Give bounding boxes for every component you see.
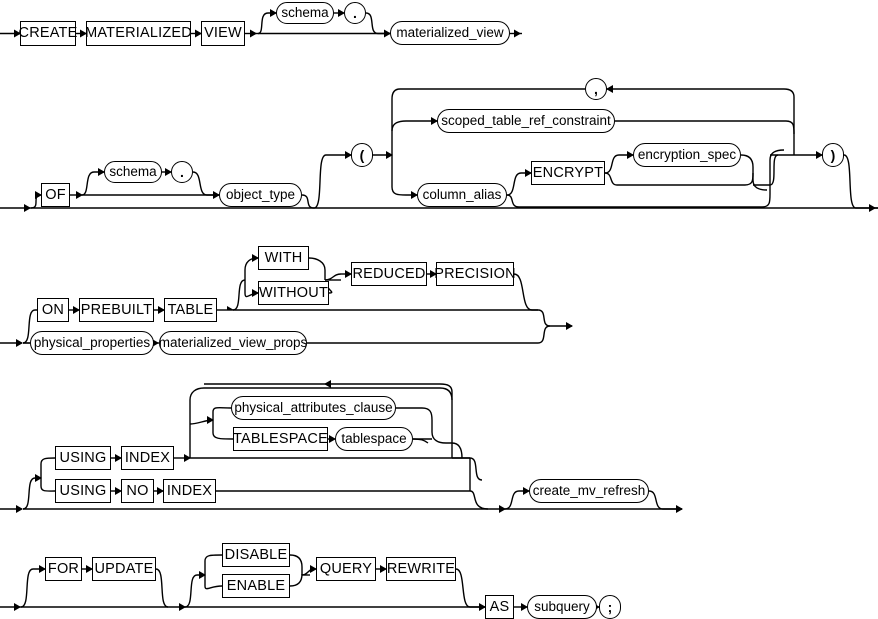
nonterminal-tablespace[interactable]: tablespace <box>335 427 413 451</box>
keyword-as[interactable]: AS <box>485 595 514 619</box>
keyword-rewrite[interactable]: REWRITE <box>386 557 456 581</box>
nonterminal-encryption-spec[interactable]: encryption_spec <box>633 143 741 167</box>
keyword-for[interactable]: FOR <box>45 557 82 581</box>
nonterminal-schema-1[interactable]: schema <box>276 2 334 24</box>
nonterminal-physical-properties[interactable]: physical_properties <box>30 331 154 355</box>
nonterminal-column-alias[interactable]: column_alias <box>417 183 507 207</box>
keyword-disable[interactable]: DISABLE <box>222 543 290 567</box>
keyword-index-1[interactable]: INDEX <box>121 446 174 470</box>
keyword-enable[interactable]: ENABLE <box>222 574 290 598</box>
punct-dot-1[interactable]: . <box>344 2 366 24</box>
keyword-materialized[interactable]: MATERIALIZED <box>85 21 192 46</box>
punct-semicolon[interactable]: ; <box>599 595 621 619</box>
nonterminal-scoped-table-ref-constraint[interactable]: scoped_table_ref_constraint <box>437 109 615 133</box>
keyword-table[interactable]: TABLE <box>164 298 217 322</box>
nonterminal-create-mv-refresh[interactable]: create_mv_refresh <box>529 479 649 503</box>
railroad-diagram: CREATE MATERIALIZED VIEW schema . materi… <box>0 0 878 619</box>
nonterminal-object-type[interactable]: object_type <box>219 183 302 207</box>
keyword-reduced[interactable]: REDUCED <box>351 262 427 286</box>
keyword-no[interactable]: NO <box>121 479 154 503</box>
punct-right-paren[interactable]: ) <box>822 143 844 167</box>
keyword-on[interactable]: ON <box>37 298 69 322</box>
keyword-prebuilt[interactable]: PREBUILT <box>79 298 154 322</box>
nonterminal-subquery[interactable]: subquery <box>527 595 597 619</box>
keyword-precision[interactable]: PRECISION <box>434 262 516 286</box>
keyword-using-1[interactable]: USING <box>55 446 111 470</box>
keyword-using-2[interactable]: USING <box>55 479 111 503</box>
keyword-with[interactable]: WITH <box>258 246 309 270</box>
keyword-encrypt[interactable]: ENCRYPT <box>531 161 605 185</box>
nonterminal-materialized-view-props[interactable]: materialized_view_props <box>159 331 307 355</box>
keyword-query[interactable]: QUERY <box>316 557 376 581</box>
punct-comma[interactable]: , <box>585 78 607 100</box>
punct-dot-2[interactable]: . <box>171 161 193 183</box>
punct-left-paren[interactable]: ( <box>351 143 373 167</box>
keyword-view[interactable]: VIEW <box>201 21 245 46</box>
keyword-without[interactable]: WITHOUT <box>258 281 329 305</box>
keyword-of[interactable]: OF <box>41 183 70 207</box>
keyword-create[interactable]: CREATE <box>19 21 77 46</box>
nonterminal-physical-attributes-clause[interactable]: physical_attributes_clause <box>231 396 396 420</box>
nonterminal-materialized-view[interactable]: materialized_view <box>390 21 510 45</box>
keyword-index-2[interactable]: INDEX <box>163 479 216 503</box>
keyword-update[interactable]: UPDATE <box>92 557 156 581</box>
keyword-tablespace[interactable]: TABLESPACE <box>233 427 328 451</box>
nonterminal-schema-2[interactable]: schema <box>104 161 162 183</box>
